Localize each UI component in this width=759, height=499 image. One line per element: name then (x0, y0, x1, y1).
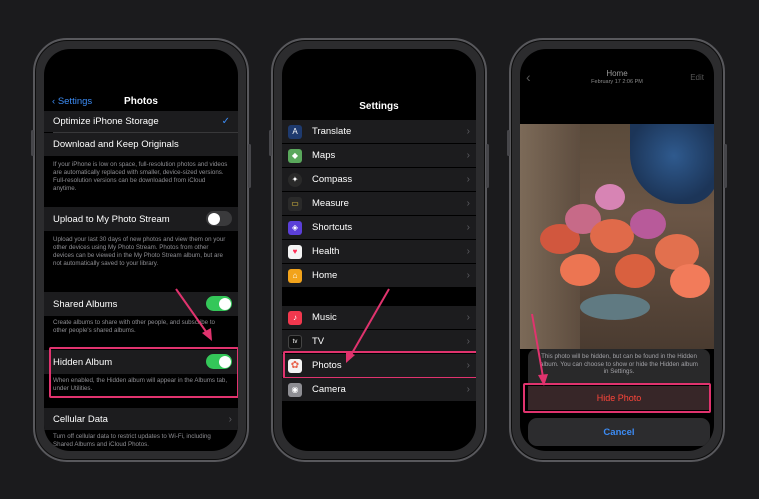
phone-settings-list: Settings A Translate › ◆ Maps › ✦ Compas… (269, 38, 489, 462)
arrow-annotation (346, 288, 390, 363)
phone-photos-settings: ‹ Settings Photos Optimize iPhone Storag… (31, 38, 251, 462)
arrow-annotation (175, 288, 212, 341)
phone-photo-view: ‹ Home February 17 2:06 PM Edit This pho… (507, 38, 727, 462)
screen: ‹ Home February 17 2:06 PM Edit This pho… (520, 49, 714, 451)
arrow-annotation (531, 313, 548, 386)
comparison-stage: ‹ Settings Photos Optimize iPhone Storag… (0, 0, 759, 499)
screen: ‹ Settings Photos Optimize iPhone Storag… (44, 49, 238, 451)
screen: Settings A Translate › ◆ Maps › ✦ Compas… (282, 49, 476, 451)
